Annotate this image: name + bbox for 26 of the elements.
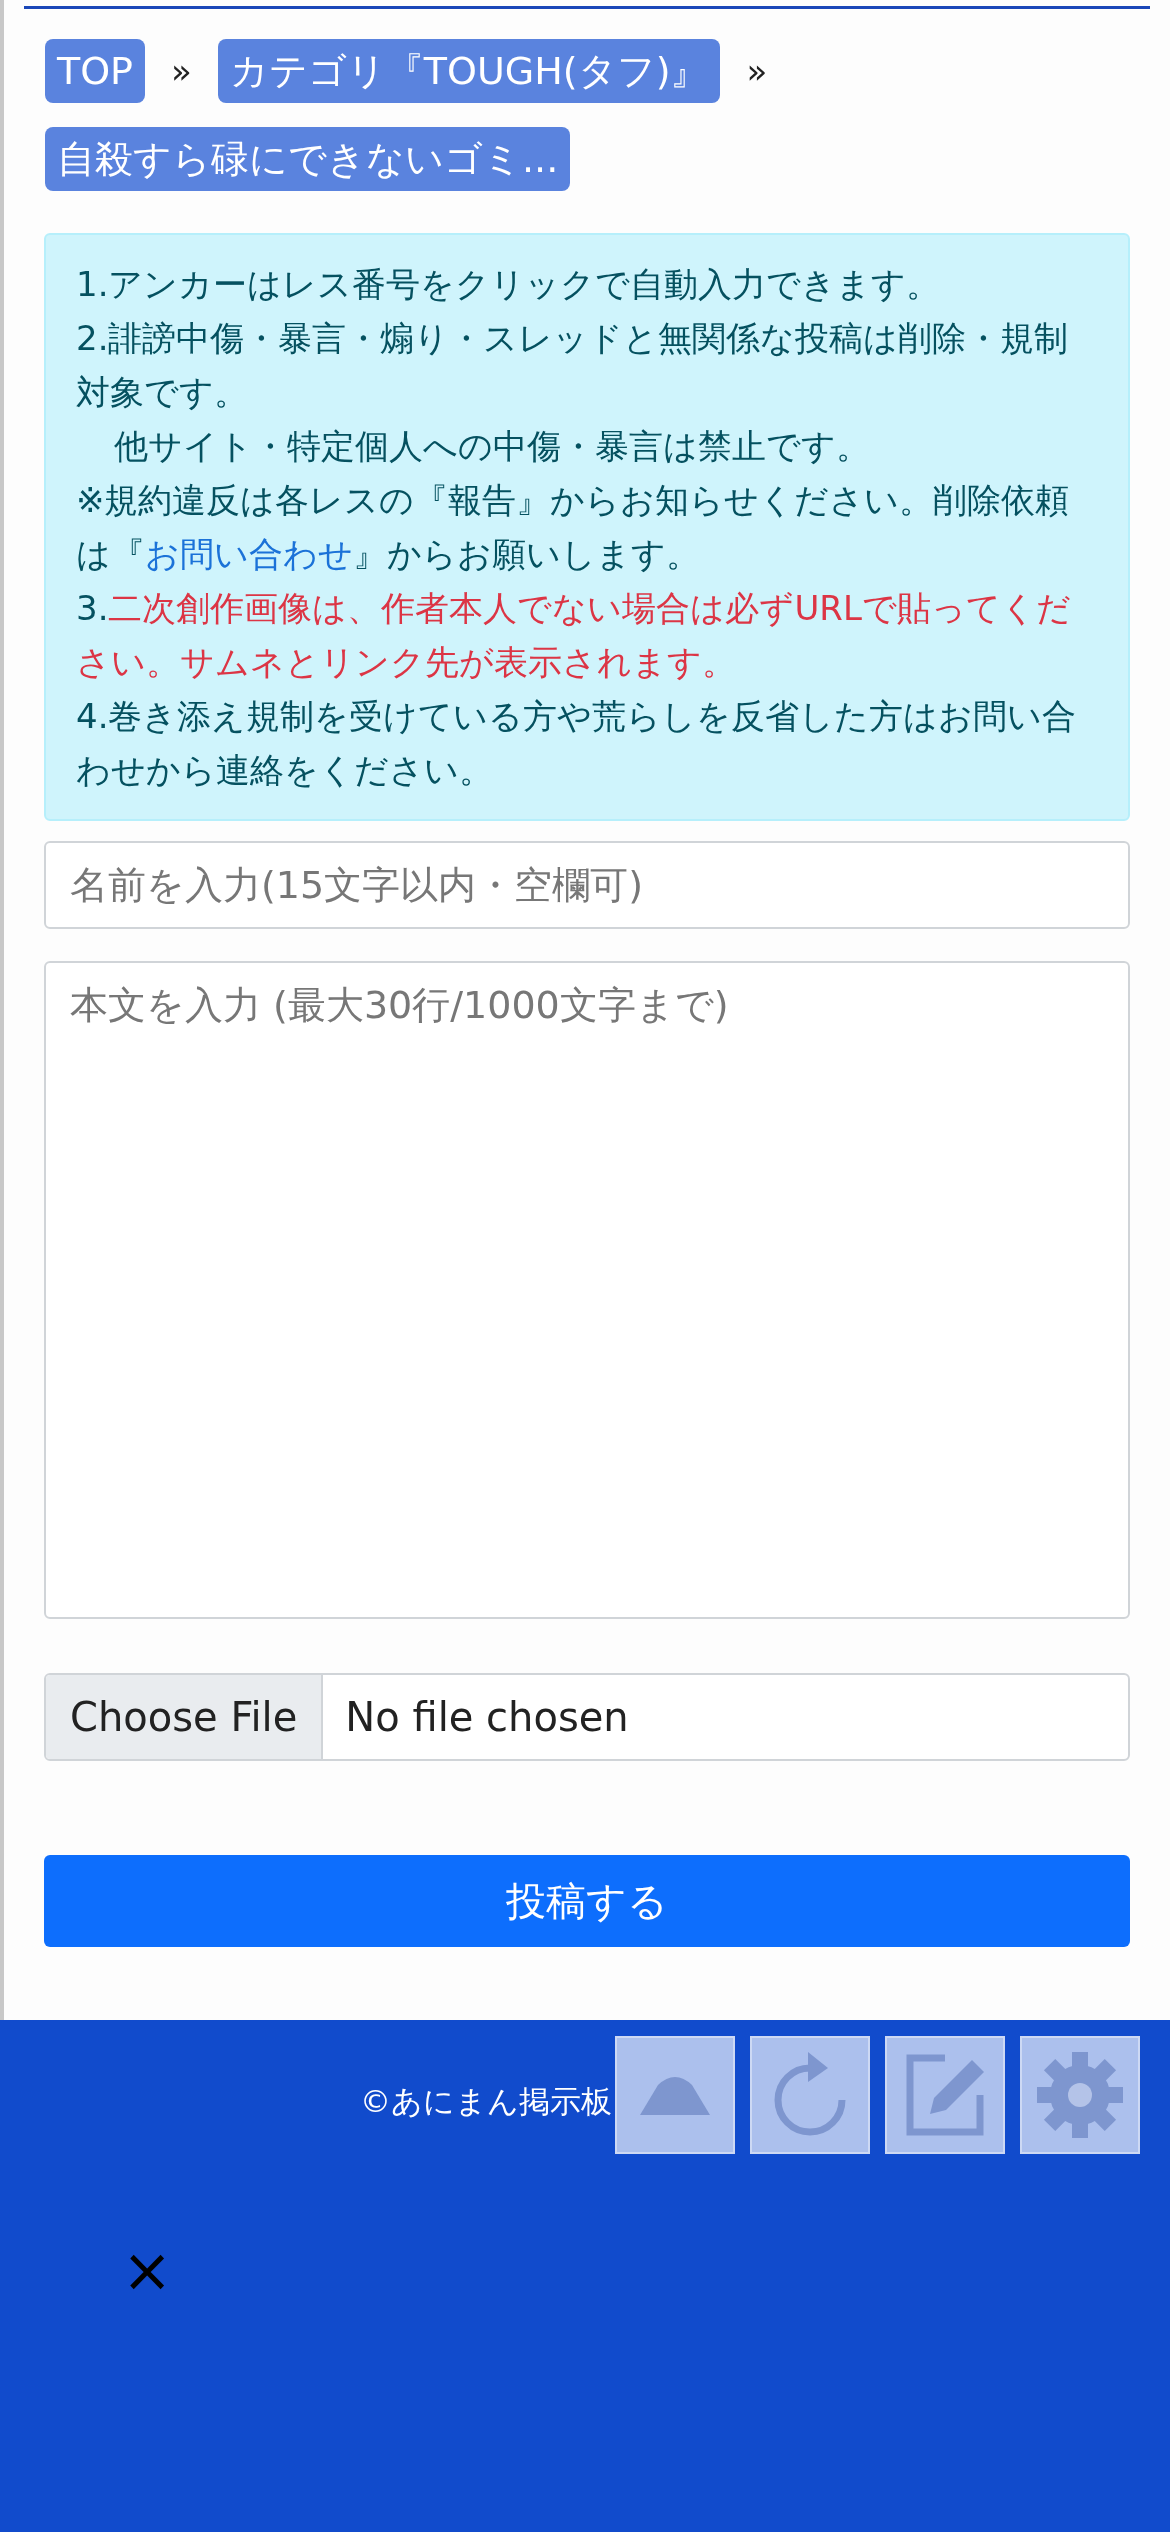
- scroll-button[interactable]: [615, 2036, 735, 2154]
- warning-text: 3.二次創作画像は、作者本人でない場合は必ずURLで貼ってください。サムネとリンク先が表示されます。: [76, 587, 1072, 684]
- edit-button[interactable]: [885, 2036, 1005, 2154]
- file-status: No file chosen: [344, 1693, 630, 1742]
- name-field[interactable]: 名前を入力(15文字以内・空欄可): [44, 841, 1130, 929]
- body-field[interactable]: 本文を入力 (最大30行/1000文字まで): [44, 961, 1130, 1619]
- breadcrumb-link[interactable]: TOP: [45, 39, 146, 103]
- settings-icon: [1035, 2050, 1125, 2140]
- copyright-text: ©あにまん掲示板: [360, 2082, 612, 2121]
- submit-button[interactable]: 投稿する: [44, 1855, 1130, 1947]
- file-input[interactable]: Choose File No file chosen: [44, 1673, 1130, 1761]
- breadcrumb-separator: »: [745, 49, 769, 93]
- settings-button[interactable]: [1020, 2036, 1140, 2154]
- mountain-icon: [640, 2075, 710, 2115]
- reload-button[interactable]: [750, 2036, 870, 2154]
- breadcrumb-separator: »: [170, 49, 193, 93]
- notice-text: 2.誹謗中傷・暴言・煽り・スレッドと無関係な投稿は削除・規制対象です。: [76, 317, 1070, 414]
- choose-file-button[interactable]: Choose File: [46, 1675, 324, 1759]
- notice-text: 1.アンカーはレス番号をクリックで自動入力できます。: [76, 263, 942, 306]
- breadcrumb-link[interactable]: カテゴリ『TOUGH(タフ)』: [217, 39, 721, 103]
- notice-text: ※規約違反は各レスの『報告』からお知らせください。削除依頼は『お問い合わせ』からお願いします。: [76, 479, 1071, 576]
- close-button[interactable]: ×: [122, 2240, 173, 2300]
- breadcrumb-link[interactable]: 自殺すら碌にできないゴミ...: [45, 127, 571, 191]
- notice-text: 他サイト・特定個人への中傷・暴言は禁止です。: [113, 425, 871, 468]
- notice-text: 4.巻き添え規制を受けている方や荒らしを反省した方はお問い合わせから連絡をください。: [76, 695, 1078, 792]
- contact-link[interactable]: お問い合わせ: [145, 534, 353, 574]
